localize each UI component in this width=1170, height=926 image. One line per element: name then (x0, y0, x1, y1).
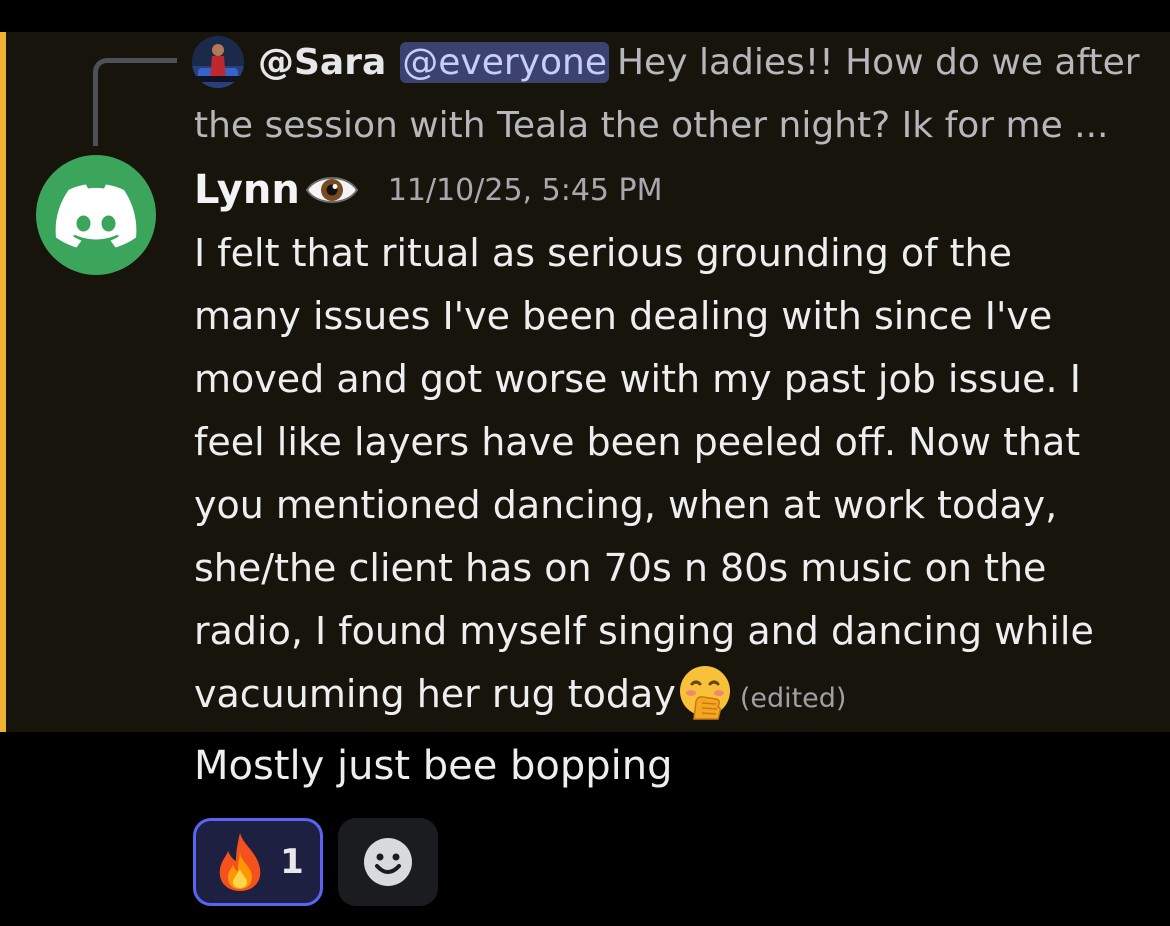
message-last-line: vacuuming her rug today (edited) (194, 663, 1144, 726)
add-reaction-button[interactable] (338, 818, 438, 906)
followup-message: Mostly just bee bopping (194, 743, 673, 789)
message-timestamp: 11/10/25, 5:45 PM (387, 172, 663, 208)
chat-view: @Sara @everyone Hey ladies!! How do we aft… (0, 0, 1170, 926)
fire-reaction-button[interactable]: 1 (193, 818, 323, 906)
reply-text-line-2: the session with Teala the other night? … (194, 105, 1109, 146)
message-line: moved and got worse with my past job iss… (194, 357, 1081, 401)
reply-connector-line (93, 58, 177, 146)
message-line: you mentioned dancing, when at work toda… (194, 483, 1058, 527)
author-name[interactable]: Lynn (194, 167, 300, 213)
message-line: I felt that ritual as serious grounding … (194, 231, 1013, 275)
message-line: many issues I've been dealing with since… (194, 294, 1053, 338)
message-line: radio, I found myself singing and dancin… (194, 609, 1094, 653)
reply-preview[interactable]: @Sara @everyone Hey ladies!! How do we aft… (194, 36, 1144, 162)
reaction-count: 1 (280, 842, 304, 882)
smiley-icon (364, 838, 412, 886)
message-line: feel like layers have been peeled off. N… (194, 420, 1081, 464)
edited-label: (edited) (739, 683, 847, 714)
eye-emoji-icon (305, 177, 358, 203)
hand-over-mouth-emoji-icon (679, 666, 730, 720)
mention-highlight-bar (0, 32, 6, 732)
message-line: she/the client has on 70s n 80s music on… (194, 546, 1047, 590)
author-avatar[interactable] (36, 155, 156, 275)
everyone-mention[interactable]: @everyone (400, 42, 609, 83)
reply-author-name[interactable]: @Sara (258, 42, 386, 83)
fire-icon (219, 833, 261, 891)
message-content: I felt that ritual as serious grounding … (194, 222, 1144, 726)
message-header: Lynn 11/10/25, 5:45 PM (194, 160, 663, 220)
discord-logo-icon (55, 184, 137, 248)
message-line: vacuuming her rug today (194, 672, 676, 716)
reply-text-line-1: Hey ladies!! How do we after (616, 42, 1140, 83)
